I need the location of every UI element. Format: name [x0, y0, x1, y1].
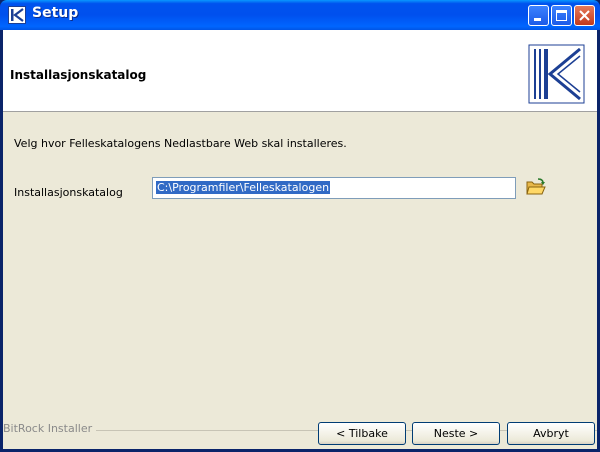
k-logo-icon	[528, 44, 585, 104]
close-icon	[579, 10, 590, 21]
open-folder-icon	[526, 178, 546, 195]
cancel-button[interactable]: Avbryt	[507, 422, 595, 445]
back-button[interactable]: < Tilbake	[318, 422, 406, 445]
directory-label: Installasjonskatalog	[14, 186, 123, 199]
app-logo-icon	[8, 6, 26, 24]
body-panel: Velg hvor Felleskatalogens Nedlastbare W…	[3, 112, 597, 449]
title-bar[interactable]: Setup	[0, 0, 600, 30]
maximize-icon	[556, 10, 567, 21]
next-button[interactable]: Neste >	[412, 422, 500, 445]
installer-brand-label: BitRock Installer	[3, 422, 97, 435]
maximize-button[interactable]	[551, 5, 572, 26]
directory-input-value: C:\Programfiler\Felleskatalogen	[156, 181, 331, 194]
directory-input[interactable]: C:\Programfiler\Felleskatalogen	[152, 177, 516, 199]
close-button[interactable]	[574, 5, 595, 26]
dialog-client: Installasjonskatalog Velg hvor Felleskat…	[3, 30, 597, 449]
page-title: Installasjonskatalog	[10, 68, 147, 82]
window-title: Setup	[32, 5, 79, 21]
instruction-text: Velg hvor Felleskatalogens Nedlastbare W…	[14, 137, 347, 150]
minimize-button[interactable]	[528, 5, 549, 26]
browse-folder-button[interactable]	[524, 176, 548, 198]
setup-window: Setup Installasjonskatalog Velg hvor Fel…	[0, 0, 600, 452]
minimize-icon	[534, 18, 541, 21]
header-panel: Installasjonskatalog	[3, 30, 597, 112]
